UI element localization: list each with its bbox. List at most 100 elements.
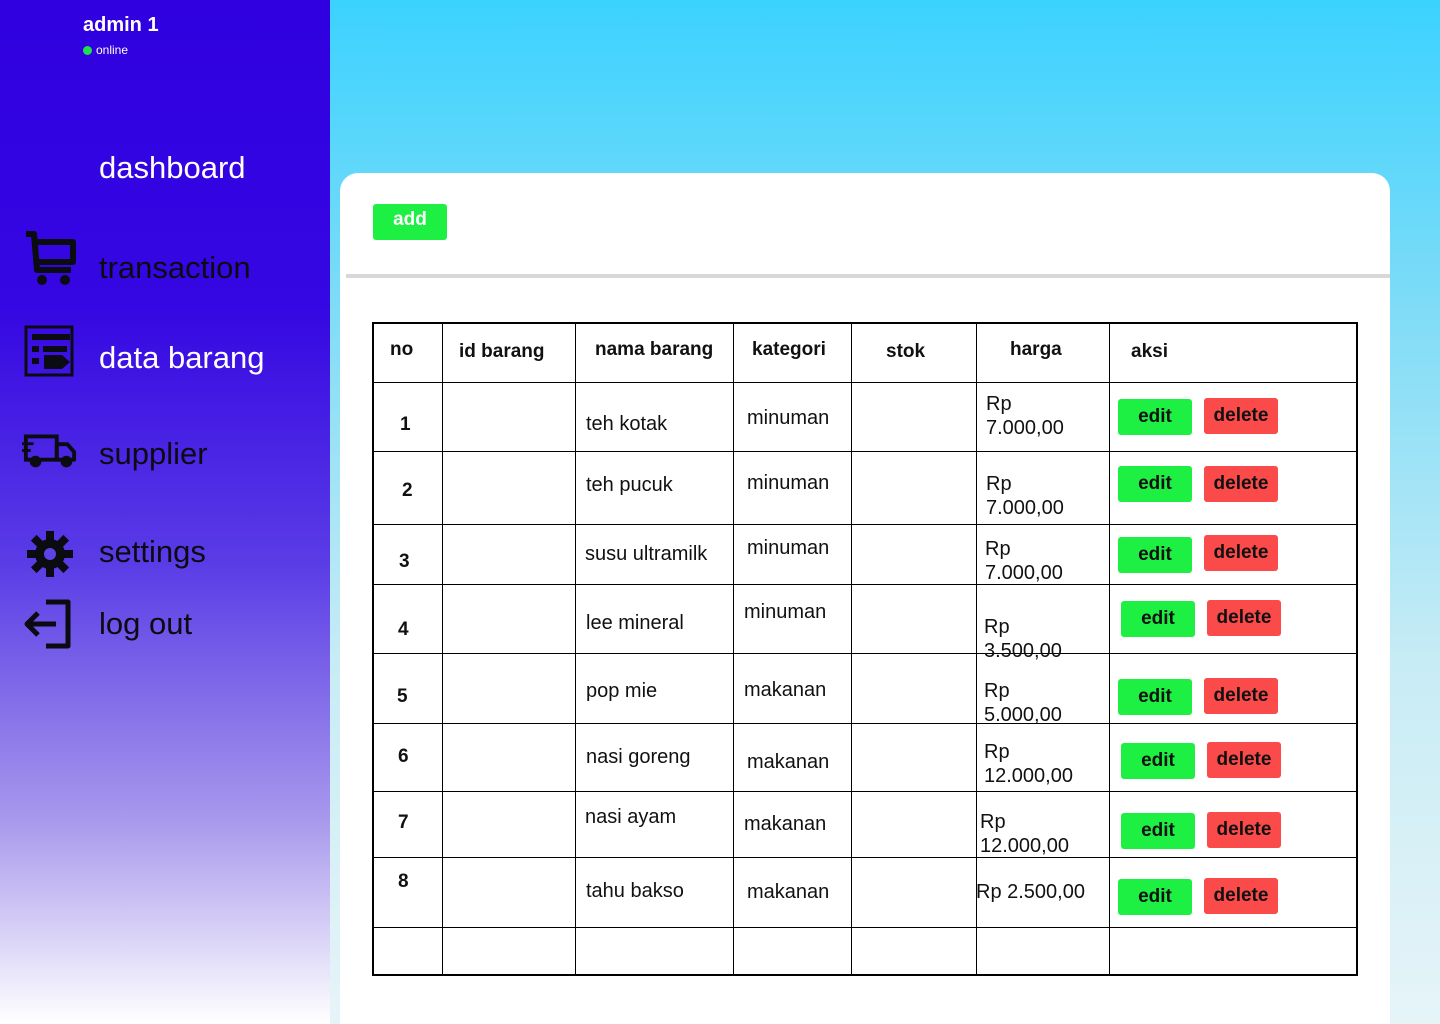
- cell-no: 5: [397, 686, 408, 707]
- logout-icon: [22, 596, 78, 652]
- sidebar-item-label: settings: [99, 534, 206, 569]
- edit-button[interactable]: edit: [1118, 537, 1192, 573]
- cell-no: 4: [398, 619, 409, 640]
- cell-nama: teh pucuk: [586, 474, 673, 496]
- sidebar-item-data-barang[interactable]: data barang: [0, 325, 330, 388]
- delete-button[interactable]: delete: [1204, 678, 1278, 714]
- cell-kategori: makanan: [747, 881, 830, 903]
- cell-no: 2: [402, 480, 413, 501]
- header-kategori: kategori: [752, 339, 826, 360]
- cell-nama: susu ultramilk: [585, 543, 708, 565]
- cell-harga-amount: 7.000,00: [986, 417, 1064, 439]
- edit-button[interactable]: edit: [1118, 466, 1192, 502]
- cell-nama: teh kotak: [586, 413, 668, 435]
- cell-harga-currency: Rp: [985, 538, 1011, 560]
- delete-button[interactable]: delete: [1204, 878, 1278, 914]
- sidebar-item-label: supplier: [99, 436, 208, 471]
- sidebar: admin 1 online dashboard transaction dat…: [0, 0, 330, 1024]
- header-stok: stok: [886, 341, 926, 362]
- cell-kategori: makanan: [744, 813, 827, 835]
- delete-button[interactable]: delete: [1207, 742, 1281, 778]
- row-divider: [374, 584, 1356, 585]
- cell-harga-currency: Rp: [980, 811, 1006, 833]
- cell-harga-currency: Rp: [984, 680, 1010, 702]
- sidebar-item-logout[interactable]: log out: [0, 594, 330, 654]
- gear-icon: [22, 526, 78, 582]
- truck-icon: [22, 422, 78, 478]
- add-button[interactable]: add: [373, 204, 447, 240]
- app-root: admin 1 online dashboard transaction dat…: [0, 0, 1440, 1024]
- cell-kategori: makanan: [747, 751, 830, 773]
- sidebar-item-label: dashboard: [99, 150, 246, 185]
- cell-kategori: minuman: [747, 537, 830, 559]
- cell-kategori: minuman: [747, 472, 830, 494]
- content-panel: add no id barang nama barang kategori st…: [340, 173, 1390, 1024]
- cell-no: 6: [398, 746, 409, 767]
- cell-harga-currency: Rp: [984, 616, 1010, 638]
- row-divider: [374, 927, 1356, 928]
- cell-nama: pop mie: [586, 680, 658, 702]
- column-divider: [851, 324, 852, 974]
- online-status: online: [83, 43, 128, 57]
- row-divider: [374, 791, 1356, 792]
- header-harga: harga: [1010, 339, 1062, 360]
- delete-button[interactable]: delete: [1204, 535, 1278, 571]
- delete-button[interactable]: delete: [1207, 812, 1281, 848]
- cell-harga-amount: 7.000,00: [985, 562, 1063, 584]
- sidebar-item-dashboard[interactable]: dashboard: [0, 138, 330, 198]
- cell-nama: nasi goreng: [586, 746, 691, 768]
- list-tag-icon: [22, 324, 78, 380]
- header-id-barang: id barang: [459, 341, 545, 362]
- cell-harga-currency: Rp: [986, 393, 1012, 415]
- cell-kategori: minuman: [747, 407, 830, 429]
- row-divider: [374, 857, 1356, 858]
- column-divider: [1109, 324, 1110, 974]
- edit-button[interactable]: edit: [1118, 879, 1192, 915]
- cell-harga-currency: Rp: [984, 741, 1010, 763]
- cell-no: 1: [400, 414, 411, 435]
- delete-button[interactable]: delete: [1204, 398, 1278, 434]
- edit-button[interactable]: edit: [1118, 399, 1192, 435]
- row-divider: [374, 382, 1356, 383]
- edit-button[interactable]: edit: [1118, 679, 1192, 715]
- edit-button[interactable]: edit: [1121, 601, 1195, 637]
- cell-kategori: makanan: [744, 679, 827, 701]
- column-divider: [442, 324, 443, 974]
- column-divider: [976, 324, 977, 974]
- cell-no: 7: [398, 812, 409, 833]
- delete-button[interactable]: delete: [1204, 466, 1278, 502]
- header-aksi: aksi: [1131, 341, 1168, 362]
- cell-harga-amount: 12.000,00: [984, 765, 1073, 787]
- sidebar-item-label: transaction: [99, 250, 251, 285]
- sidebar-item-transaction[interactable]: transaction: [0, 231, 330, 298]
- sidebar-item-supplier[interactable]: supplier: [0, 424, 330, 484]
- cell-harga-amount: 7.000,00: [986, 497, 1064, 519]
- cell-harga-amount: 3.500,00: [984, 640, 1062, 662]
- divider: [346, 274, 1390, 278]
- row-divider: [374, 524, 1356, 525]
- sidebar-item-label: data barang: [99, 340, 265, 375]
- cell-harga-amount: 12.000,00: [980, 835, 1069, 857]
- sidebar-item-settings[interactable]: settings: [0, 522, 330, 582]
- row-divider: [374, 653, 1356, 654]
- column-divider: [733, 324, 734, 974]
- cell-kategori: minuman: [744, 601, 827, 623]
- cell-no: 8: [398, 871, 409, 892]
- cell-no: 3: [399, 551, 410, 572]
- cell-nama: tahu bakso: [586, 880, 684, 902]
- cell-nama: nasi ayam: [585, 806, 677, 828]
- edit-button[interactable]: edit: [1121, 813, 1195, 849]
- cell-harga-amount: 5.000,00: [984, 704, 1062, 726]
- sidebar-item-label: log out: [99, 606, 193, 641]
- status-label: online: [96, 43, 129, 57]
- header-no: no: [390, 339, 414, 360]
- delete-button[interactable]: delete: [1207, 600, 1281, 636]
- cell-harga-currency: Rp: [986, 473, 1012, 495]
- column-divider: [575, 324, 576, 974]
- cell-nama: lee mineral: [586, 612, 684, 634]
- header-nama-barang: nama barang: [595, 339, 714, 360]
- status-dot-icon: [83, 45, 92, 55]
- row-divider: [374, 723, 1356, 724]
- row-divider: [374, 451, 1356, 452]
- edit-button[interactable]: edit: [1121, 743, 1195, 779]
